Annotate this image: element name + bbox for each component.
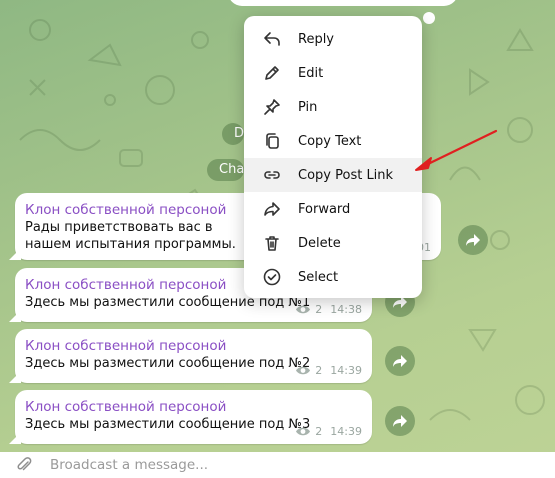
check-circle-icon (262, 267, 282, 287)
date-pill: D (222, 123, 244, 145)
bubble-tail (9, 310, 21, 322)
message-time: 14:39 (330, 425, 362, 438)
message-meta: 2 14:38 (295, 303, 362, 316)
message-time: 14:39 (330, 364, 362, 377)
forward-button[interactable] (458, 225, 488, 255)
forward-button[interactable] (385, 346, 415, 376)
attach-paperclip-icon[interactable] (14, 455, 34, 475)
reply-icon (262, 29, 282, 49)
menu-item-label: Select (298, 269, 339, 285)
pencil-icon (262, 63, 282, 83)
menu-item-select[interactable]: Select (244, 260, 422, 294)
forward-button[interactable] (385, 406, 415, 436)
menu-item-copy-post-link[interactable]: Copy Post Link (244, 158, 422, 192)
copy-icon (262, 131, 282, 151)
bubble-tail-dot (423, 12, 435, 24)
menu-item-pin[interactable]: Pin (244, 90, 422, 124)
bubble-tail (9, 248, 21, 260)
message-bubble[interactable]: Клон собственной персоной Здесь мы разме… (9, 390, 372, 444)
message-context-menu: Reply Edit Pin Copy Text Copy Post Link … (244, 16, 422, 298)
menu-item-edit[interactable]: Edit (244, 56, 422, 90)
menu-item-label: Pin (298, 99, 318, 115)
message-views: 2 (315, 364, 323, 377)
forward-icon (262, 199, 282, 219)
trash-icon (262, 233, 282, 253)
message-composer (0, 452, 555, 478)
menu-item-reply[interactable]: Reply (244, 22, 422, 56)
views-eye-icon (296, 427, 311, 436)
views-eye-icon (296, 366, 311, 375)
menu-item-label: Reply (298, 31, 335, 47)
menu-item-label: Edit (298, 65, 324, 81)
service-pill: Cha (207, 159, 244, 181)
pin-icon (262, 97, 282, 117)
previous-message-bubble (228, 0, 458, 6)
message-meta: 2 14:39 (295, 364, 362, 377)
forward-icon (393, 355, 407, 367)
menu-item-delete[interactable]: Delete (244, 226, 422, 260)
forward-icon (393, 415, 407, 427)
views-eye-icon (296, 305, 311, 314)
menu-item-label: Copy Post Link (298, 167, 394, 183)
message-time: 14:38 (330, 303, 362, 316)
message-author[interactable]: Клон собственной персоной (25, 337, 362, 355)
bubble-tail (9, 371, 21, 383)
menu-item-copy-text[interactable]: Copy Text (244, 124, 422, 158)
message-meta: 2 14:39 (295, 425, 362, 438)
message-text: Рады приветствовать вас в нашем испытани… (25, 220, 236, 252)
bubble-tail (9, 432, 21, 444)
menu-item-label: Delete (298, 235, 341, 251)
message-bubble[interactable]: Клон собственной персоной Здесь мы разме… (9, 329, 372, 383)
menu-item-label: Forward (298, 201, 351, 217)
message-views: 2 (315, 303, 323, 316)
broadcast-message-input[interactable] (50, 457, 350, 473)
menu-item-forward[interactable]: Forward (244, 192, 422, 226)
menu-item-label: Copy Text (298, 133, 362, 149)
forward-icon (466, 234, 480, 246)
message-author[interactable]: Клон собственной персоной (25, 398, 362, 416)
link-icon (262, 165, 282, 185)
message-views: 2 (315, 425, 323, 438)
